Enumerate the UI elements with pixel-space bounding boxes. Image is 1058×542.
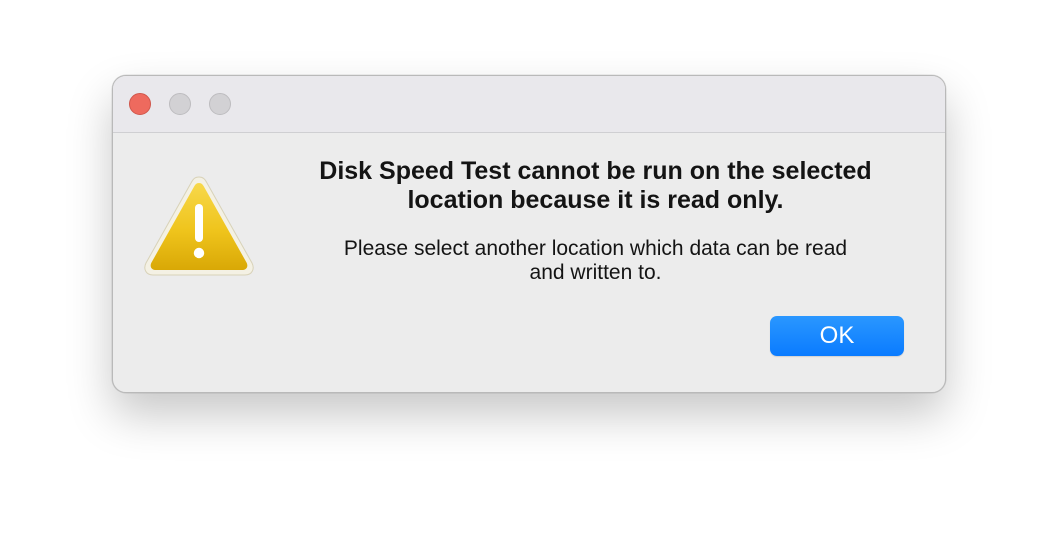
warning-triangle-icon [144,176,254,276]
close-button[interactable] [129,93,151,115]
alert-dialog: Disk Speed Test cannot be run on the sel… [112,75,946,393]
title-bar [113,76,945,133]
alert-title-line: Disk Speed Test cannot be run on the sel… [319,157,872,185]
desktop-background: Disk Speed Test cannot be run on the sel… [0,0,1058,542]
alert-title-line: location because it is read only. [407,186,784,214]
alert-message-line: and written to. [529,261,662,284]
zoom-button[interactable] [209,93,231,115]
minimize-button[interactable] [169,93,191,115]
ok-button[interactable]: OK [770,316,904,356]
alert-message-line: Please select another location which dat… [343,237,848,260]
alert-title: Disk Speed Test cannot be run on the sel… [273,157,918,215]
alert-message: Please select another location which dat… [273,237,918,285]
